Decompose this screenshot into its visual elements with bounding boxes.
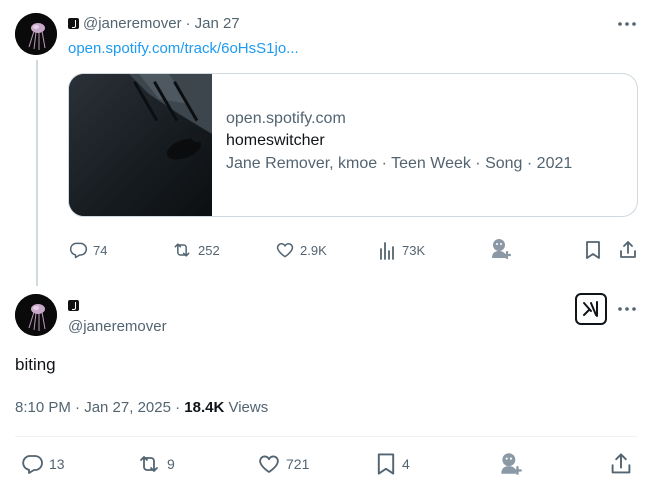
tweet-timestamp[interactable]: 8:10 PM · Jan 27, 2025 ·: [15, 399, 184, 416]
bookmark-icon: [586, 241, 600, 259]
bookmark-button[interactable]: 4: [375, 452, 410, 476]
card-info: open.spotify.com homeswitcher Jane Remov…: [212, 74, 572, 216]
card-domain: open.spotify.com: [226, 110, 346, 127]
repost-count: 252: [198, 242, 220, 258]
display-name[interactable]: [68, 298, 79, 316]
bookmark-button[interactable]: [584, 240, 602, 260]
tweet-timestamp-row: 8:10 PM · Jan 27, 2025 · 18.4K Views: [15, 399, 268, 416]
repost-button[interactable]: 252: [171, 240, 220, 260]
repost-count: 9: [167, 456, 175, 472]
card-thumbnail: [69, 74, 212, 216]
avatar[interactable]: [15, 13, 57, 55]
bookmark-icon: [377, 453, 395, 475]
like-button[interactable]: 721: [257, 452, 309, 476]
reply-count: 74: [93, 242, 108, 258]
grok-button[interactable]: [575, 293, 607, 325]
thread-connector-line: [36, 60, 38, 286]
share-button[interactable]: [609, 452, 633, 476]
views-count: 18.4K: [184, 399, 225, 416]
views-count: 73K: [402, 242, 426, 258]
heart-icon: [259, 455, 279, 473]
card-description: Jane Remover, kmoe · Teen Week · Song · …: [226, 155, 573, 172]
views-button[interactable]: 73K: [379, 240, 425, 260]
share-icon: [620, 241, 636, 258]
share-icon: [611, 453, 631, 474]
display-name-icon[interactable]: [68, 18, 79, 29]
reply-icon: [69, 242, 88, 259]
ai-person-icon: [501, 453, 522, 475]
tweet-date[interactable]: Jan 27: [195, 15, 240, 32]
ai-person-icon: [492, 239, 512, 260]
views-label: Views: [228, 399, 269, 416]
header-separator: ·: [185, 15, 191, 32]
share-button[interactable]: [618, 240, 638, 260]
reply-button[interactable]: 13: [20, 452, 65, 476]
more-icon[interactable]: [617, 14, 637, 34]
display-name-icon: [68, 300, 79, 311]
reply-icon: [22, 455, 43, 474]
tweet-text: biting: [15, 355, 56, 374]
avatar[interactable]: [15, 294, 57, 336]
user-handle[interactable]: @janeremover: [68, 318, 167, 335]
more-icon[interactable]: [617, 299, 637, 319]
card-title: homeswitcher: [226, 132, 325, 149]
repost-icon: [140, 456, 158, 472]
bookmark-count: 4: [402, 456, 410, 472]
like-count: 2.9K: [300, 242, 327, 258]
divider: [15, 436, 637, 437]
repost-icon: [174, 243, 190, 257]
reply-count: 13: [49, 456, 65, 472]
heart-icon: [276, 242, 294, 258]
link-preview-card[interactable]: open.spotify.com homeswitcher Jane Remov…: [68, 73, 638, 217]
tweet-header: @janeremover · Jan 27: [68, 15, 240, 32]
grok-analyze-button[interactable]: [497, 450, 525, 478]
grok-icon: [583, 301, 598, 317]
reply-button[interactable]: 74: [68, 240, 107, 260]
views-icon: [380, 242, 394, 260]
user-handle[interactable]: @janeremover: [83, 15, 182, 32]
repost-button[interactable]: 9: [136, 452, 175, 476]
like-count: 721: [286, 456, 310, 472]
like-button[interactable]: 2.9K: [275, 240, 327, 260]
grok-analyze-button[interactable]: [488, 236, 514, 262]
spotify-link[interactable]: open.spotify.com/track/6oHsS1jo...: [68, 40, 299, 57]
